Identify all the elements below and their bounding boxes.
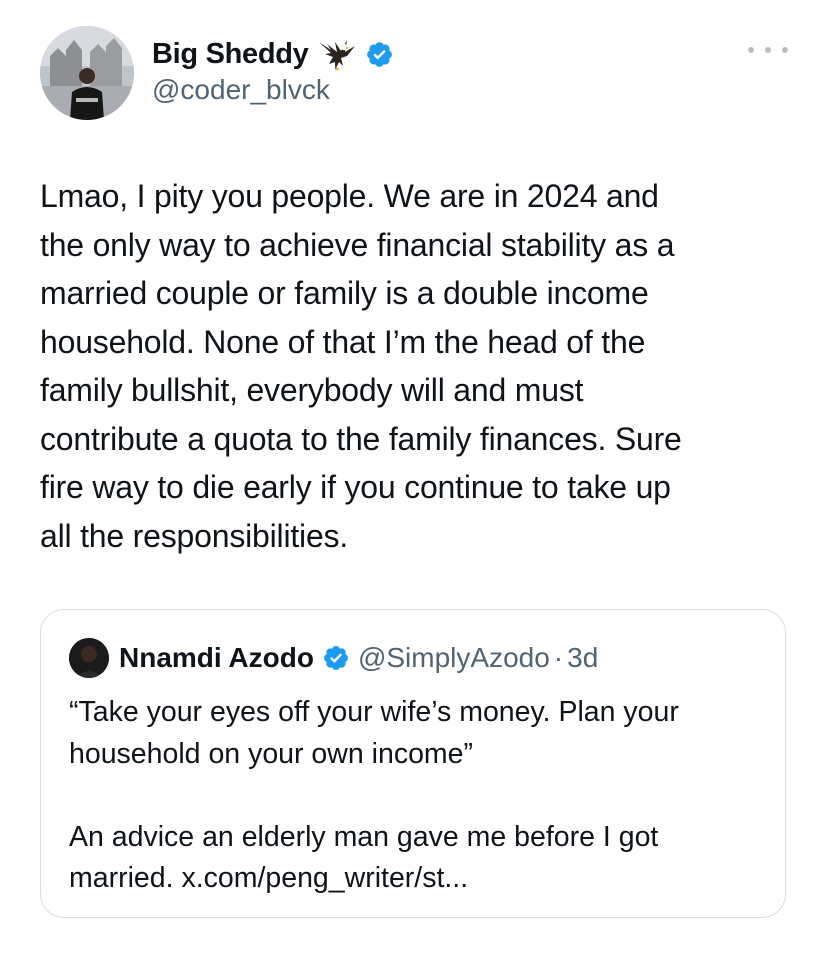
quoted-tweet-text: “Take your eyes off your wife’s money. P… (69, 696, 679, 894)
author-display-name[interactable]: Big Sheddy (152, 38, 309, 71)
separator-dot: · (553, 642, 564, 673)
quoted-author-avatar[interactable] (69, 638, 109, 678)
tweet: Big Sheddy @coder_blvck Lmao, I pity you… (0, 0, 828, 954)
tweet-text: Lmao, I pity you people. We are in 2024 … (40, 178, 682, 554)
eagle-icon (318, 40, 355, 71)
verified-badge-icon (366, 41, 392, 67)
avatar-photo (40, 26, 134, 120)
author-handle[interactable]: @coder_blvck (152, 74, 330, 106)
more-horizontal-icon (748, 47, 754, 53)
author-name-row: Big Sheddy (152, 34, 394, 74)
verified-badge-icon (323, 646, 348, 670)
author-avatar[interactable] (40, 26, 134, 120)
quoted-tweet-header: Nnamdi Azodo @SimplyAzodo · 3d (69, 638, 598, 678)
quoted-tweet-card[interactable]: Nnamdi Azodo @SimplyAzodo · 3d “Take you… (40, 609, 786, 918)
more-horizontal-icon (782, 47, 788, 53)
more-options-button[interactable] (748, 40, 788, 60)
quoted-tweet-timestamp[interactable]: 3d (567, 642, 598, 674)
quoted-author-handle[interactable]: @SimplyAzodo (358, 642, 550, 674)
more-horizontal-icon (765, 47, 771, 53)
quoted-avatar-photo (69, 638, 109, 678)
quoted-author-display-name[interactable]: Nnamdi Azodo (119, 642, 314, 674)
